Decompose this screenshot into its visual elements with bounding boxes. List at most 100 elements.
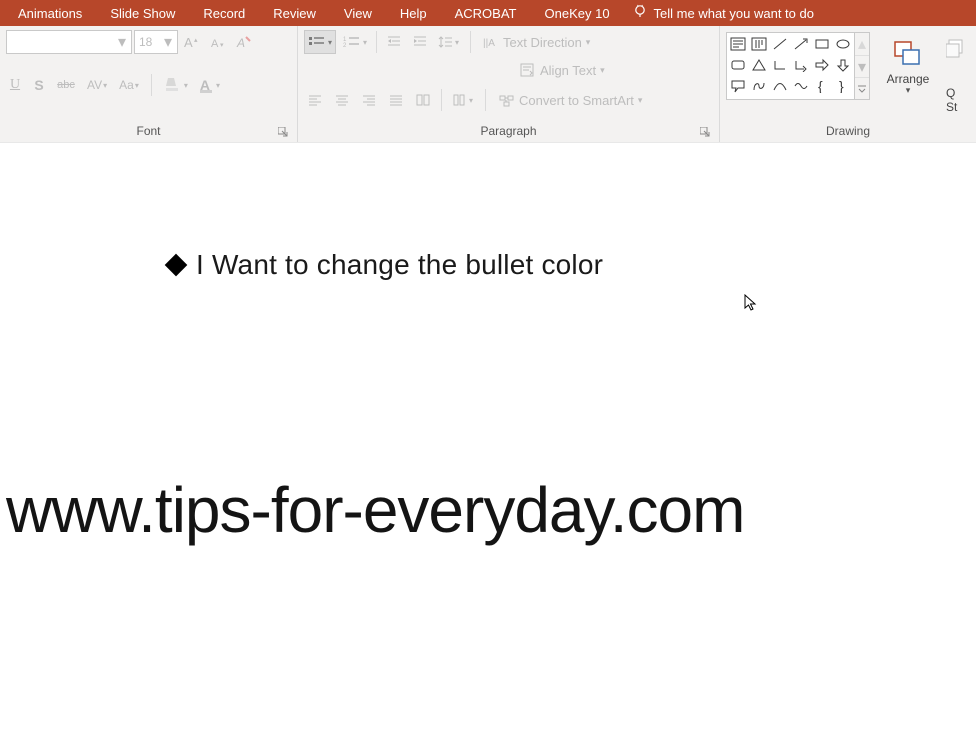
drawing-group: { } ▴ ▾ Arrange ▾: [720, 26, 976, 142]
svg-text:2: 2: [343, 43, 347, 49]
decrease-indent-button[interactable]: [383, 30, 405, 54]
tab-animations[interactable]: Animations: [4, 0, 96, 26]
slide-bullet-text[interactable]: I Want to change the bullet color: [196, 249, 603, 281]
shape-left-brace-icon[interactable]: {: [812, 76, 832, 96]
shape-elbow-arrow-icon[interactable]: [791, 55, 811, 75]
tab-view[interactable]: View: [330, 0, 386, 26]
chevron-down-icon: ▾: [455, 38, 459, 47]
justify-button[interactable]: [385, 88, 407, 112]
chevron-down-icon: ▾: [184, 81, 188, 90]
text-shadow-button[interactable]: S: [30, 73, 48, 97]
change-case-label: Aa: [119, 78, 134, 92]
shape-elbow-connector-icon[interactable]: [770, 55, 790, 75]
text-direction-icon: ||A: [483, 35, 499, 49]
shape-callout-icon[interactable]: [728, 76, 748, 96]
align-center-button[interactable]: [331, 88, 353, 112]
dialog-launcher-icon[interactable]: [698, 125, 712, 139]
tab-review[interactable]: Review: [259, 0, 330, 26]
shape-right-brace-icon[interactable]: }: [833, 76, 853, 96]
underline-button[interactable]: U: [6, 73, 24, 97]
bulleted-text-block[interactable]: I Want to change the bullet color: [168, 249, 603, 281]
align-text-button[interactable]: Align Text ▾: [516, 61, 609, 80]
gallery-scroll-up-button[interactable]: ▴: [855, 33, 869, 55]
chevron-down-icon: ▾: [161, 32, 175, 52]
quick-styles-label-line1: Q: [946, 86, 957, 100]
separator: [151, 74, 152, 96]
shape-vertical-textbox-icon[interactable]: [749, 34, 769, 54]
shape-freeform-icon[interactable]: [749, 76, 769, 96]
paragraph-group: ▾ 12 ▾ ▾ ||A: [298, 26, 720, 142]
quick-styles-label-line2: St: [946, 100, 957, 114]
tab-help[interactable]: Help: [386, 0, 441, 26]
svg-text:▴: ▴: [194, 37, 198, 44]
dialog-launcher-icon[interactable]: [276, 125, 290, 139]
shape-triangle-icon[interactable]: [749, 55, 769, 75]
ribbon-tabs-bar: Animations Slide Show Record Review View…: [0, 0, 976, 26]
separator: [470, 31, 471, 53]
svg-text:{: {: [818, 79, 823, 93]
chevron-down-icon: ▾: [103, 81, 107, 90]
font-family-input[interactable]: [7, 35, 115, 49]
chevron-down-icon: ▾: [135, 81, 139, 90]
shape-down-arrow-icon[interactable]: [833, 55, 853, 75]
chevron-down-icon: ▾: [328, 38, 332, 47]
increase-font-button[interactable]: A▴: [180, 30, 204, 54]
watermark-text: www.tips-for-everyday.com: [6, 473, 744, 547]
chevron-down-icon: ▾: [469, 96, 473, 105]
chevron-down-icon: ▾: [363, 38, 367, 47]
gallery-more-button[interactable]: [855, 77, 869, 99]
align-text-icon: [520, 63, 536, 77]
character-spacing-button[interactable]: AV ▾: [84, 73, 110, 97]
align-left-button[interactable]: [304, 88, 326, 112]
shape-curve-icon[interactable]: [770, 76, 790, 96]
font-group-label: Font: [6, 121, 291, 142]
shapes-gallery[interactable]: { } ▴ ▾: [726, 32, 870, 100]
shape-wave-icon[interactable]: [791, 76, 811, 96]
shape-right-arrow-icon[interactable]: [812, 55, 832, 75]
tab-slide-show[interactable]: Slide Show: [96, 0, 189, 26]
shape-rounded-rect-icon[interactable]: [728, 55, 748, 75]
quick-styles-partial[interactable]: Q St: [946, 32, 964, 114]
shape-rectangle-icon[interactable]: [812, 34, 832, 54]
clear-formatting-button[interactable]: A: [232, 30, 256, 54]
font-size-combo[interactable]: ▾: [134, 30, 178, 54]
text-direction-label: Text Direction: [503, 35, 582, 50]
shape-line-icon[interactable]: [770, 34, 790, 54]
gallery-scroll-down-button[interactable]: ▾: [855, 55, 869, 77]
align-right-button[interactable]: [358, 88, 380, 112]
svg-text:▾: ▾: [220, 42, 224, 49]
columns-dropdown-button[interactable]: ▾: [449, 88, 476, 112]
arrange-icon: [891, 38, 925, 70]
columns-button[interactable]: [412, 88, 434, 112]
tab-acrobat[interactable]: ACROBAT: [441, 0, 531, 26]
shape-oval-icon[interactable]: [833, 34, 853, 54]
font-family-combo[interactable]: ▾: [6, 30, 132, 54]
arrange-button[interactable]: Arrange ▾: [878, 32, 938, 96]
chevron-down-icon: ▾: [216, 81, 220, 90]
chevron-down-icon: ▾: [906, 85, 911, 96]
tab-record[interactable]: Record: [189, 0, 259, 26]
font-color-button[interactable]: A ▾: [197, 73, 223, 97]
change-case-button[interactable]: Aa ▾: [116, 73, 142, 97]
strikethrough-button[interactable]: abc: [54, 73, 78, 97]
shape-arrow-icon[interactable]: [791, 34, 811, 54]
convert-to-smartart-button[interactable]: Convert to SmartArt ▾: [495, 91, 646, 110]
shape-textbox-icon[interactable]: [728, 34, 748, 54]
bullets-button[interactable]: ▾: [304, 30, 336, 54]
character-spacing-label: AV: [87, 78, 102, 92]
chevron-down-icon: ▾: [638, 95, 643, 106]
font-size-input[interactable]: [135, 35, 161, 49]
separator: [441, 89, 442, 111]
tell-me-search[interactable]: Tell me what you want to do: [632, 3, 814, 24]
tab-onekey[interactable]: OneKey 10: [531, 0, 624, 26]
highlight-color-button[interactable]: ▾: [161, 73, 191, 97]
chevron-down-icon: ▾: [586, 37, 591, 48]
line-spacing-button[interactable]: ▾: [435, 30, 462, 54]
decrease-font-button[interactable]: A▾: [206, 30, 230, 54]
slide-canvas[interactable]: I Want to change the bullet color www.ti…: [0, 143, 976, 739]
increase-indent-button[interactable]: [409, 30, 431, 54]
chevron-down-icon: ▾: [600, 65, 605, 76]
lightbulb-icon: [632, 3, 648, 24]
text-direction-button[interactable]: ||A Text Direction ▾: [479, 33, 594, 52]
numbering-button[interactable]: 12 ▾: [340, 30, 370, 54]
